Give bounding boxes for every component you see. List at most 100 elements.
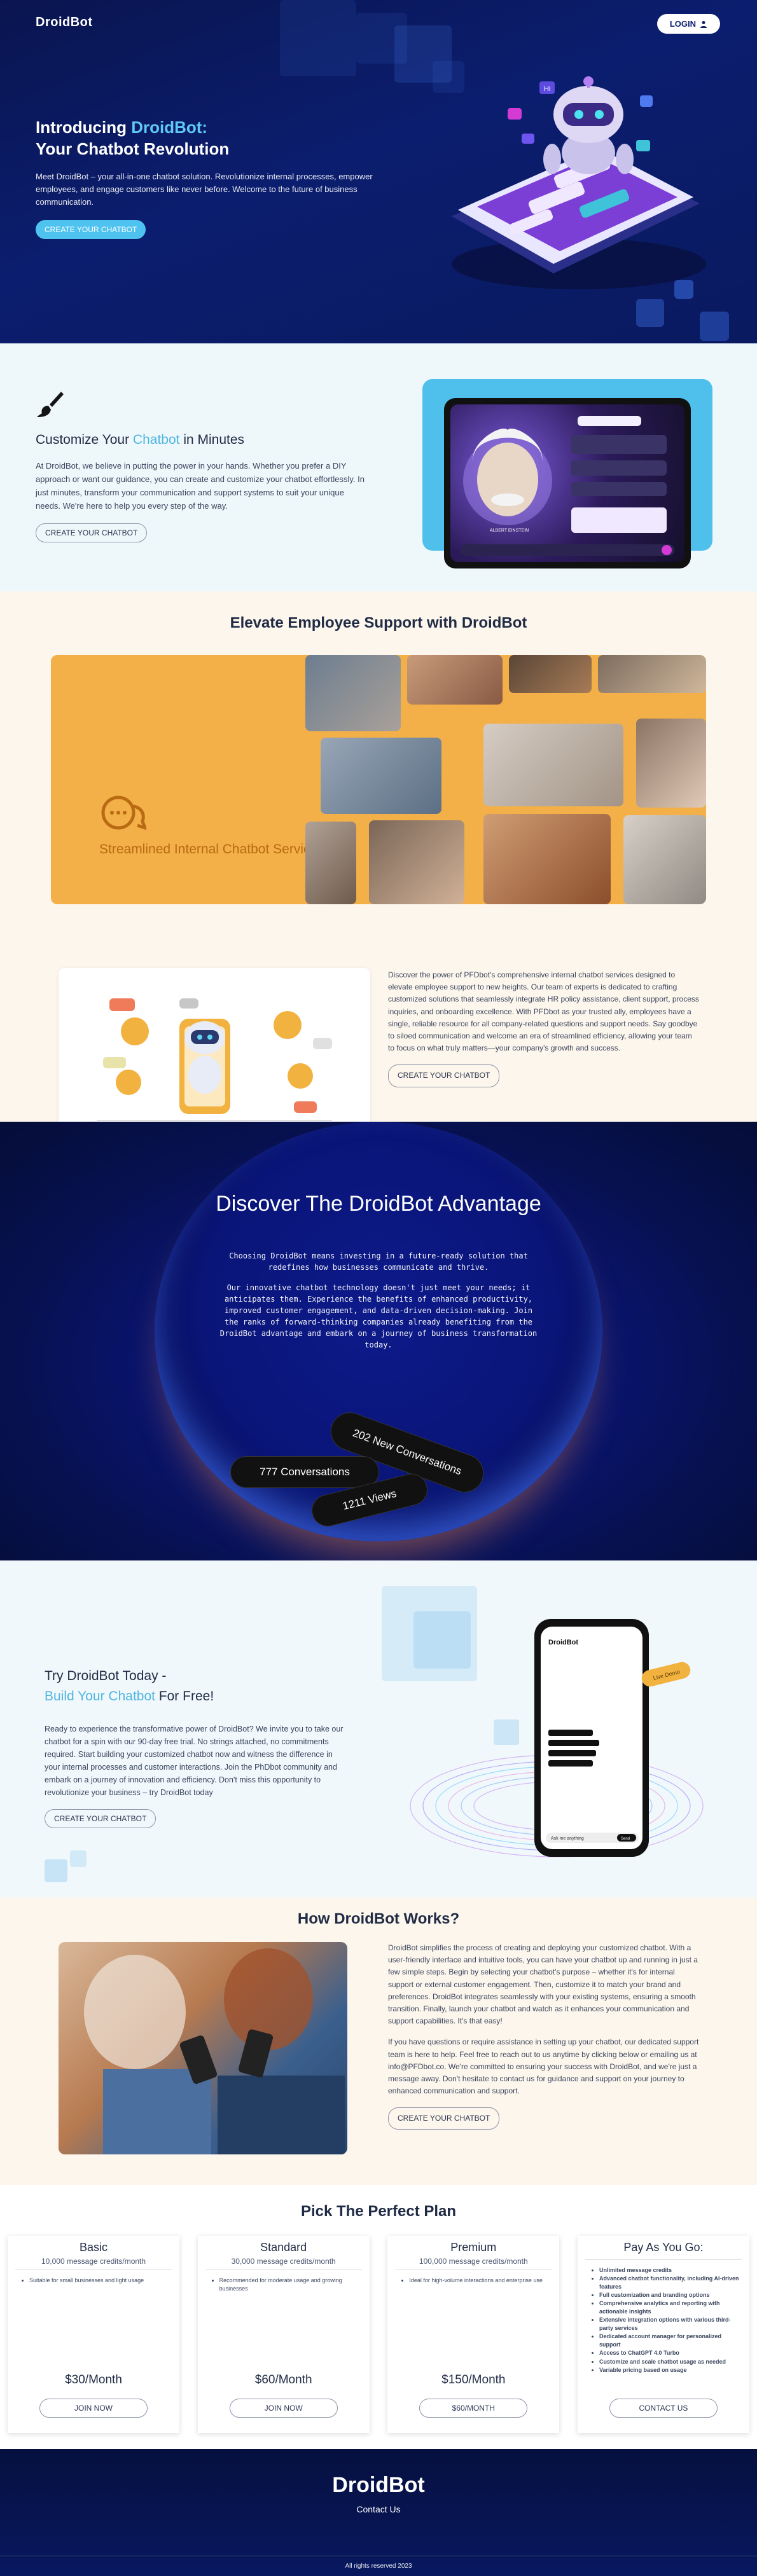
- plan-feature: Unlimited message credits: [599, 2266, 740, 2275]
- plan-name: Premium: [450, 2241, 497, 2254]
- support-robot-illustration: [97, 998, 332, 1121]
- photo: [407, 655, 503, 705]
- plan-name: Pay As You Go:: [623, 2241, 704, 2254]
- plan-features: Suitable for small businesses and light …: [8, 2276, 179, 2285]
- customize-title-suffix: in Minutes: [179, 432, 245, 447]
- plan-cards: Basic 10,000 message credits/month Suita…: [8, 2236, 749, 2433]
- hero-title-prefix: Introducing: [36, 118, 132, 137]
- phone-screen: ALBERT EINSTEIN: [450, 404, 684, 562]
- plan-feature: Full customization and branding options: [599, 2291, 740, 2299]
- contact-us-button[interactable]: CONTACT US: [609, 2399, 718, 2418]
- phone-mockup: ALBERT EINSTEIN: [444, 398, 691, 568]
- premium-select-button[interactable]: $60/MONTH: [419, 2399, 528, 2418]
- stat-views: 1211 Views: [341, 1487, 398, 1513]
- footer: DroidBot Contact Us All rights reserved …: [0, 2449, 757, 2576]
- how-section: How DroidBot Works? DroidBot simplifies …: [0, 1898, 757, 2185]
- login-button[interactable]: LOGIN: [656, 14, 720, 34]
- hero-text: Introducing DroidBot: Your Chatbot Revol…: [36, 117, 373, 240]
- hero-description: Meet DroidBot – your all-in-one chatbot …: [36, 171, 373, 207]
- support-illustration-card: [59, 968, 370, 1147]
- einstein-chat-art: ALBERT EINSTEIN: [461, 416, 674, 556]
- elevate-text: Discover the power of PFDbot's comprehen…: [388, 969, 700, 1087]
- plan-name: Standard: [260, 2241, 307, 2254]
- paintbrush-icon: [37, 392, 64, 417]
- plan-card-premium: Premium 100,000 message credits/month Id…: [387, 2236, 560, 2433]
- hero-title-line2: Your Chatbot Revolution: [36, 139, 230, 158]
- chat-bubble-text: Hi: [544, 85, 550, 93]
- photo: [305, 655, 401, 731]
- plan-credits: 100,000 message credits/month: [395, 2257, 552, 2270]
- how-title: How DroidBot Works?: [297, 1910, 460, 1927]
- try-title-accent: Build Your Chatbot: [45, 1688, 155, 1704]
- footer-brand[interactable]: DroidBot: [0, 2449, 757, 2498]
- plan-price: $60/Month: [254, 2373, 312, 2387]
- plan-credits: [585, 2257, 742, 2260]
- join-now-button[interactable]: JOIN NOW: [39, 2399, 148, 2418]
- hero-title: Introducing DroidBot: Your Chatbot Revol…: [36, 117, 373, 160]
- stat-conversations: 777 Conversations: [260, 1466, 350, 1478]
- decor-square: [70, 1850, 87, 1867]
- photo: [636, 719, 706, 808]
- discover-paragraph-2: Our innovative chatbot technology doesn'…: [219, 1283, 538, 1349]
- try-description: Ready to experience the transformative p…: [45, 1725, 344, 1797]
- customize-description: At DroidBot, we believe in putting the p…: [36, 461, 365, 511]
- customize-cta-button[interactable]: CREATE YOUR CHATBOT: [36, 523, 148, 542]
- photo: [509, 655, 592, 693]
- photo: [623, 815, 706, 904]
- hero-title-accent: DroidBot:: [131, 118, 208, 137]
- photo: [483, 724, 623, 806]
- plan-features: Unlimited message credits Advanced chatb…: [578, 2266, 749, 2374]
- pricing-title: Pick The Perfect Plan: [300, 2203, 457, 2220]
- photo: [483, 814, 611, 904]
- hero-section: DroidBot LOGIN Introducing DroidBot: You…: [0, 0, 757, 343]
- people-photo-art: [84, 1948, 345, 2154]
- hero-cta-button[interactable]: CREATE YOUR CHATBOT: [36, 220, 146, 240]
- join-now-button[interactable]: JOIN NOW: [229, 2399, 338, 2418]
- decor-square: [280, 0, 356, 76]
- discover-title-text: Discover The DroidBot Advantage: [216, 1192, 541, 1216]
- plan-credits: 10,000 message credits/month: [15, 2257, 172, 2270]
- photo: [369, 820, 464, 904]
- plan-feature: Dedicated account manager for personaliz…: [599, 2332, 740, 2349]
- brand-logo[interactable]: DroidBot: [36, 15, 93, 30]
- stat-pill-conversations: 777 Conversations: [230, 1456, 379, 1488]
- how-cta-button[interactable]: CREATE YOUR CHATBOT: [388, 2107, 500, 2130]
- plan-features: Ideal for high-volume interactions and e…: [387, 2276, 559, 2285]
- plan-price: $150/Month: [441, 2373, 506, 2387]
- plan-feature: Recommended for moderate usage and growi…: [219, 2276, 361, 2293]
- decor-square: [700, 312, 729, 341]
- elevate-cta-button[interactable]: CREATE YOUR CHATBOT: [388, 1064, 500, 1087]
- decor-square: [45, 1859, 67, 1882]
- discover-section: Discover The DroidBot Advantage Choosing…: [0, 1122, 757, 1560]
- elevate-title: Elevate Employee Support with DroidBot: [230, 614, 527, 631]
- plan-feature: Comprehensive analytics and reporting wi…: [599, 2299, 740, 2316]
- try-text: Try DroidBot Today - Build Your Chatbot …: [45, 1666, 344, 1828]
- internal-services-card: Streamlined Internal Chatbot Services: [51, 655, 706, 904]
- photo: [321, 738, 441, 814]
- plan-feature: Ideal for high-volume interactions and e…: [409, 2276, 550, 2285]
- user-icon: [700, 20, 707, 28]
- plan-card-basic: Basic 10,000 message credits/month Suita…: [8, 2236, 179, 2433]
- try-title: Try DroidBot Today - Build Your Chatbot …: [45, 1666, 344, 1706]
- plan-name: Basic: [79, 2241, 108, 2254]
- plan-price: $30/Month: [65, 2373, 122, 2387]
- plan-card-pay-as-you-go: Pay As You Go: Unlimited message credits…: [577, 2236, 749, 2433]
- photo: [305, 822, 356, 904]
- plan-feature: Variable pricing based on usage: [599, 2366, 740, 2374]
- plan-feature: Extensive integration options with vario…: [599, 2316, 740, 2332]
- try-title-line1: Try DroidBot Today -: [45, 1669, 167, 1683]
- discover-text: Choosing DroidBot means investing in a f…: [216, 1250, 541, 1351]
- internal-services-title: Streamlined Internal Chatbot Services: [99, 842, 324, 857]
- how-paragraph-1: DroidBot simplifies the process of creat…: [388, 1943, 698, 2026]
- footer-contact-link[interactable]: Contact Us: [0, 2504, 757, 2514]
- customize-title-accent: Chatbot: [132, 432, 180, 447]
- chatbot-phone-illustration: Hi: [452, 76, 706, 289]
- phone-input-placeholder: Ask me anything: [551, 1836, 584, 1841]
- mock-name: ALBERT EINSTEIN: [490, 528, 529, 533]
- customize-illustration: ALBERT EINSTEIN: [422, 379, 712, 568]
- try-title-suffix: For Free!: [155, 1688, 214, 1704]
- login-label: LOGIN: [669, 19, 696, 29]
- try-cta-button[interactable]: CREATE YOUR CHATBOT: [45, 1809, 156, 1828]
- customize-title: Customize Your Chatbot in Minutes: [36, 430, 366, 450]
- plan-feature: Customize and scale chatbot usage as nee…: [599, 2358, 740, 2366]
